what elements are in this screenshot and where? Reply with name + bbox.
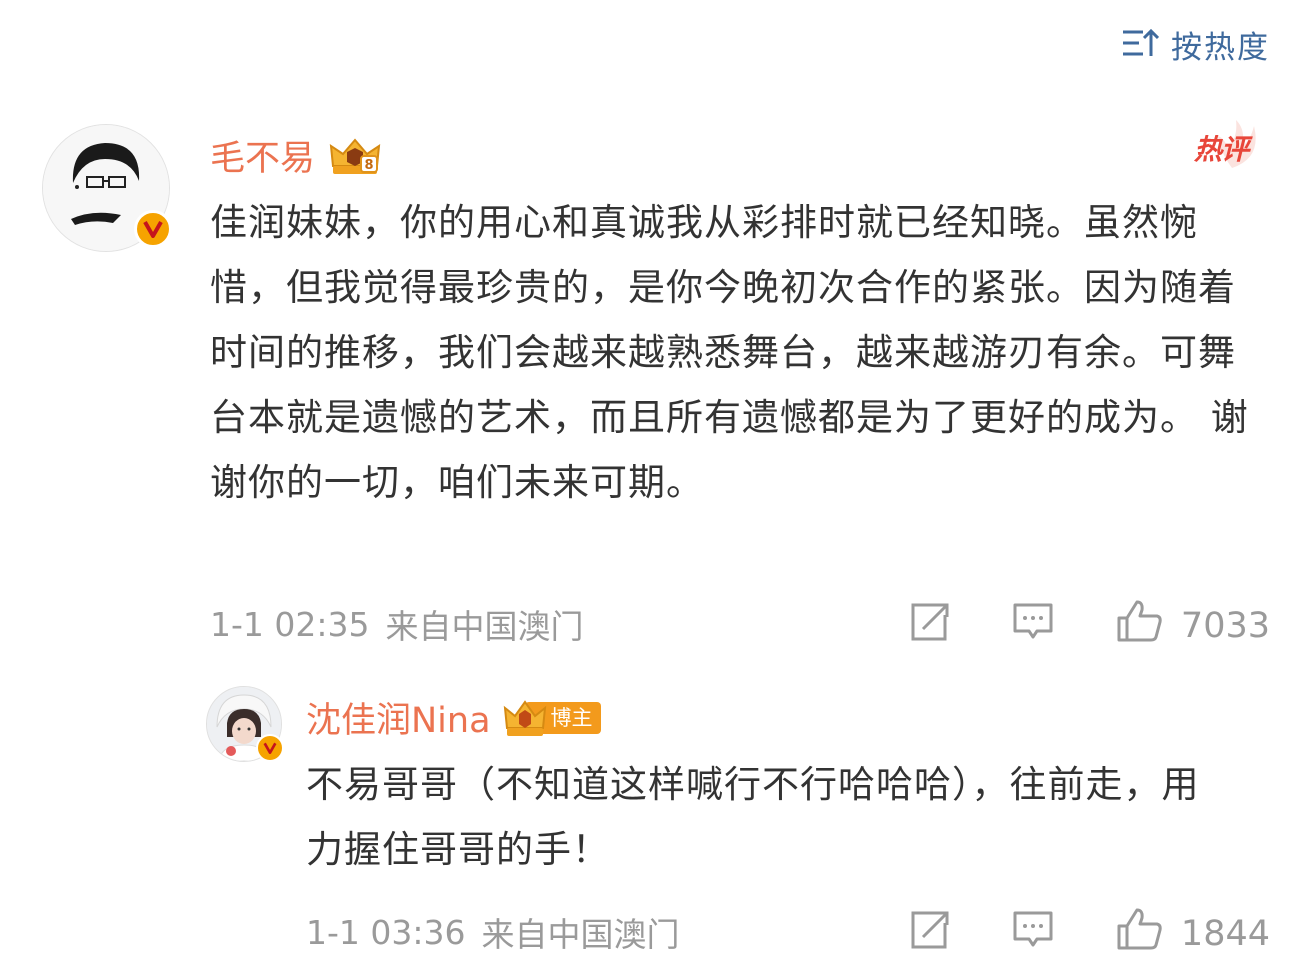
avatar[interactable] <box>42 124 172 252</box>
svg-text:8: 8 <box>364 158 373 173</box>
crown-icon: 博主 <box>503 698 601 738</box>
like-button[interactable]: 1844 <box>1115 906 1270 960</box>
crown-level-8-icon: 8 <box>327 136 383 176</box>
sort-icon <box>1121 28 1160 62</box>
like-button[interactable]: 7033 <box>1115 598 1270 653</box>
sort-label: 按热度 <box>1171 30 1270 66</box>
reply-button[interactable] <box>1011 907 1055 960</box>
comment-icon <box>1011 599 1055 652</box>
comment-location: 来自中国澳门 <box>385 607 584 646</box>
comment-time: 1-1 02:35 <box>210 604 370 644</box>
reply-time: 1-1 03:36 <box>306 912 466 952</box>
reply-actions: 1844 <box>907 906 1270 960</box>
username-link[interactable]: 沈佳润Nina <box>306 692 491 743</box>
hot-comment-label: 热评 <box>1194 133 1249 166</box>
reply-button[interactable] <box>1011 599 1055 652</box>
hot-comment-badge: 热评 <box>1192 118 1268 170</box>
username-link[interactable]: 毛不易 <box>210 130 315 181</box>
reply-text: 不易哥哥（不知道这样喊行不行哈哈哈），往前走，用力握住哥哥的手！ <box>306 763 1200 871</box>
thumbs-up-icon <box>1115 906 1163 960</box>
verified-v-icon <box>134 210 172 248</box>
sort-by-hot-button[interactable]: 按热度 <box>1121 22 1270 67</box>
comment-actions: 7033 <box>907 598 1270 653</box>
reply-meta: 1-1 03:36 来自中国澳门 <box>306 908 680 956</box>
comment-meta: 1-1 02:35 来自中国澳门 <box>210 600 584 648</box>
repost-button[interactable] <box>907 907 951 960</box>
reply-location: 来自中国澳门 <box>481 915 680 954</box>
like-count: 7033 <box>1180 605 1270 646</box>
thumbs-up-icon <box>1115 598 1163 653</box>
reply-username: 沈佳润Nina 博主 <box>306 692 601 743</box>
repost-button[interactable] <box>907 599 951 652</box>
share-icon <box>907 907 951 960</box>
comment-username: 毛不易 8 <box>210 130 383 181</box>
comment-icon <box>1011 907 1055 960</box>
like-count: 1844 <box>1180 913 1270 954</box>
share-icon <box>907 599 951 652</box>
comment-thread: 按热度 毛不易 8 热评 佳润妹妹，你的用心和真诚我从彩排时就已经知晓。虽然惋惜… <box>0 0 1312 960</box>
avatar[interactable] <box>206 686 284 762</box>
verified-v-icon <box>256 734 284 762</box>
comment-text: 佳润妹妹，你的用心和真诚我从彩排时就已经知晓。虽然惋惜，但我觉得最珍贵的，是你今… <box>210 201 1249 504</box>
